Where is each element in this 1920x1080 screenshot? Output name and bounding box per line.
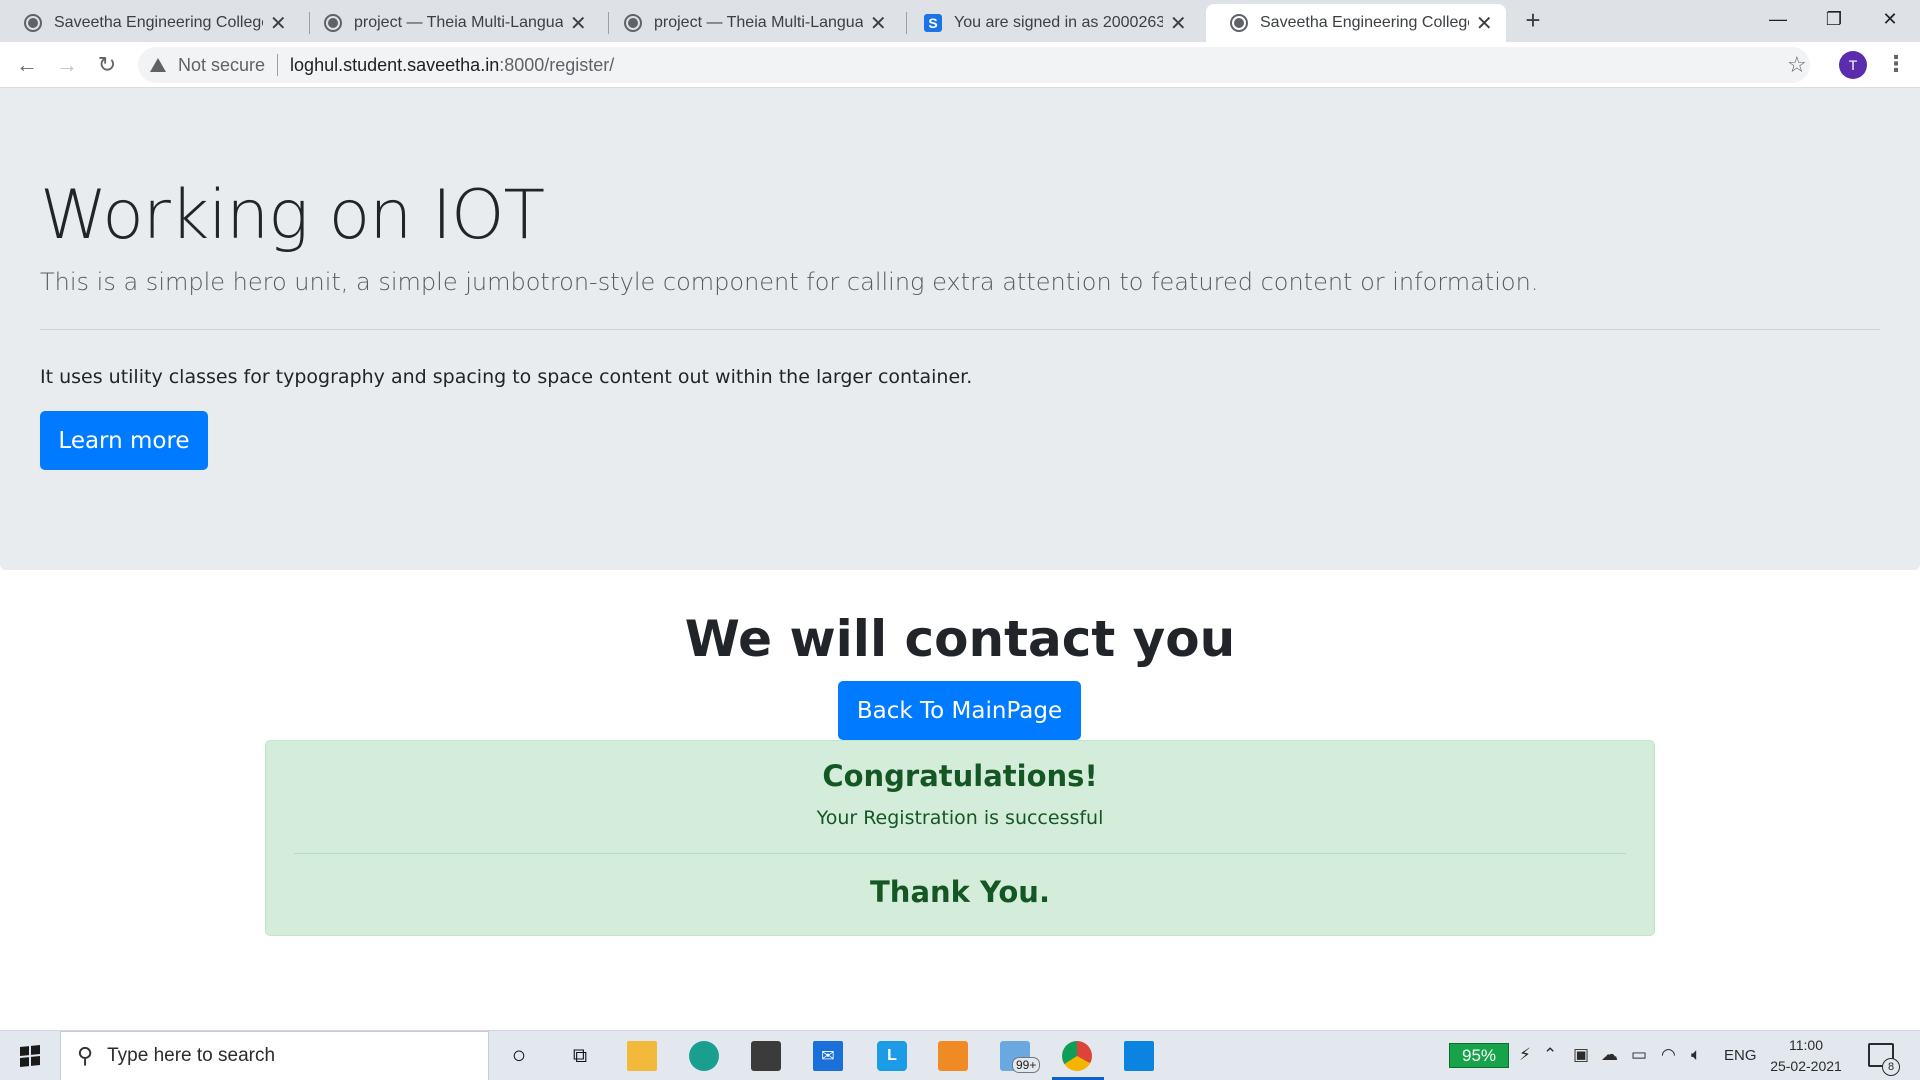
jumbotron-title: Working on IOT <box>40 176 545 255</box>
back-to-mainpage-button[interactable]: Back To MainPage <box>838 681 1081 740</box>
warning-icon <box>150 58 166 72</box>
store-icon[interactable] <box>751 1041 781 1071</box>
security-label[interactable]: Not secure <box>178 55 265 76</box>
tab-title: Saveetha Engineering College <box>54 14 263 31</box>
close-icon[interactable]: ✕ <box>1169 11 1188 36</box>
tab-title: project — Theia Multi-Language <box>654 14 863 31</box>
taskbar-search[interactable]: ⚲ Type here to search <box>60 1031 489 1080</box>
alert-divider <box>294 853 1626 854</box>
close-icon[interactable]: ✕ <box>869 11 888 36</box>
taskbar: ⚲ Type here to search ○ ⧉ ✉ L 99+ 95% ⚡ … <box>0 1030 1920 1080</box>
profile-avatar[interactable]: T <box>1839 51 1867 79</box>
close-icon[interactable]: ✕ <box>269 11 288 36</box>
tab-strip: Saveetha Engineering College ✕ project —… <box>0 0 1920 42</box>
tab-title: You are signed in as 20002630 <box>954 14 1163 31</box>
window-close-button[interactable]: ✕ <box>1862 0 1918 38</box>
task-view-icon[interactable]: ⧉ <box>565 1041 595 1071</box>
notification-count: 8 <box>1882 1058 1900 1076</box>
chrome-icon[interactable] <box>1062 1041 1092 1071</box>
jumbotron-text: It uses utility classes for typography a… <box>40 366 973 388</box>
jumbotron-lead: This is a simple hero unit, a simple jum… <box>40 268 1539 296</box>
chevron-up-icon[interactable]: ⌃ <box>1543 1045 1557 1065</box>
alert-text: Your Registration is successful <box>816 807 1104 829</box>
file-explorer-icon[interactable] <box>627 1041 657 1071</box>
learn-more-button[interactable]: Learn more <box>40 411 208 470</box>
language-indicator[interactable]: ENG <box>1724 1047 1757 1064</box>
alert-thanks: Thank You. <box>870 875 1050 909</box>
s-logo-icon: S <box>924 14 942 32</box>
meet-now-icon[interactable]: ▣ <box>1573 1045 1589 1065</box>
new-tab-button[interactable]: + <box>1519 6 1547 34</box>
power-plug-icon: ⚡ <box>1519 1045 1531 1064</box>
search-icon: ⚲ <box>77 1043 94 1068</box>
clock[interactable]: 11:00 25-02-2021 <box>1766 1035 1846 1077</box>
success-alert: Congratulations! Your Registration is su… <box>265 740 1655 936</box>
forward-arrow-icon[interactable]: → <box>50 48 84 82</box>
globe-icon <box>624 14 642 32</box>
battery-percent[interactable]: 95% <box>1449 1043 1509 1068</box>
lens-app-icon[interactable]: L <box>877 1041 907 1071</box>
reload-icon[interactable]: ↻ <box>90 48 124 82</box>
tab-saveetha-active[interactable]: Saveetha Engineering College ✕ <box>1206 4 1506 42</box>
wifi-icon[interactable]: ◠ <box>1661 1045 1676 1065</box>
volume-icon[interactable]: 🔈︎ <box>1691 1045 1701 1065</box>
cortana-icon[interactable]: ○ <box>504 1041 534 1071</box>
address-bar[interactable]: Not secure loghul.student.saveetha.in :8… <box>138 47 1810 83</box>
back-arrow-icon[interactable]: ← <box>10 48 44 82</box>
globe-icon <box>24 14 42 32</box>
sublime-icon[interactable] <box>938 1041 968 1071</box>
tab-signed-in[interactable]: S You are signed in as 20002630 ✕ <box>900 4 1200 42</box>
mail-icon[interactable]: ✉ <box>813 1041 843 1071</box>
contact-heading: We will contact you <box>684 610 1236 668</box>
onedrive-icon[interactable]: ☁ <box>1601 1045 1618 1065</box>
edge-icon[interactable] <box>689 1041 719 1071</box>
close-icon[interactable]: ✕ <box>569 11 588 36</box>
tab-theia-1[interactable]: project — Theia Multi-Language ✕ <box>300 4 600 42</box>
battery-icon[interactable]: ▭ <box>1631 1045 1647 1065</box>
globe-icon <box>324 14 342 32</box>
cortana-app-icon[interactable] <box>1124 1041 1154 1071</box>
start-button[interactable] <box>0 1031 60 1080</box>
windows-logo-icon <box>20 1044 40 1068</box>
browser-toolbar: ← → ↻ Not secure loghul.student.saveetha… <box>0 42 1920 88</box>
url-host: loghul.student.saveetha.in <box>290 54 500 75</box>
tab-title: project — Theia Multi-Language <box>354 14 563 31</box>
close-icon[interactable]: ✕ <box>1475 11 1494 36</box>
tab-saveetha-1[interactable]: Saveetha Engineering College ✕ <box>0 4 300 42</box>
clock-time: 11:00 <box>1789 1037 1823 1053</box>
clock-date: 25-02-2021 <box>1770 1058 1842 1074</box>
search-placeholder: Type here to search <box>107 1045 276 1066</box>
restore-button[interactable]: ❐ <box>1806 0 1862 38</box>
address-divider <box>277 54 279 76</box>
globe-icon <box>1230 14 1248 32</box>
alert-heading: Congratulations! <box>822 759 1098 793</box>
tab-title: Saveetha Engineering College <box>1260 14 1469 31</box>
bookmark-star-icon[interactable]: ☆ <box>1787 52 1807 78</box>
url-path: :8000/register/ <box>499 54 615 75</box>
tab-theia-2[interactable]: project — Theia Multi-Language ✕ <box>600 4 900 42</box>
minimize-button[interactable]: — <box>1750 0 1806 38</box>
kebab-menu-icon[interactable]: ⋮ <box>1885 51 1907 77</box>
jumbotron: Working on IOT This is a simple hero uni… <box>0 88 1920 570</box>
files-badge: 99+ <box>1012 1057 1041 1073</box>
jumbotron-divider <box>40 329 1880 330</box>
